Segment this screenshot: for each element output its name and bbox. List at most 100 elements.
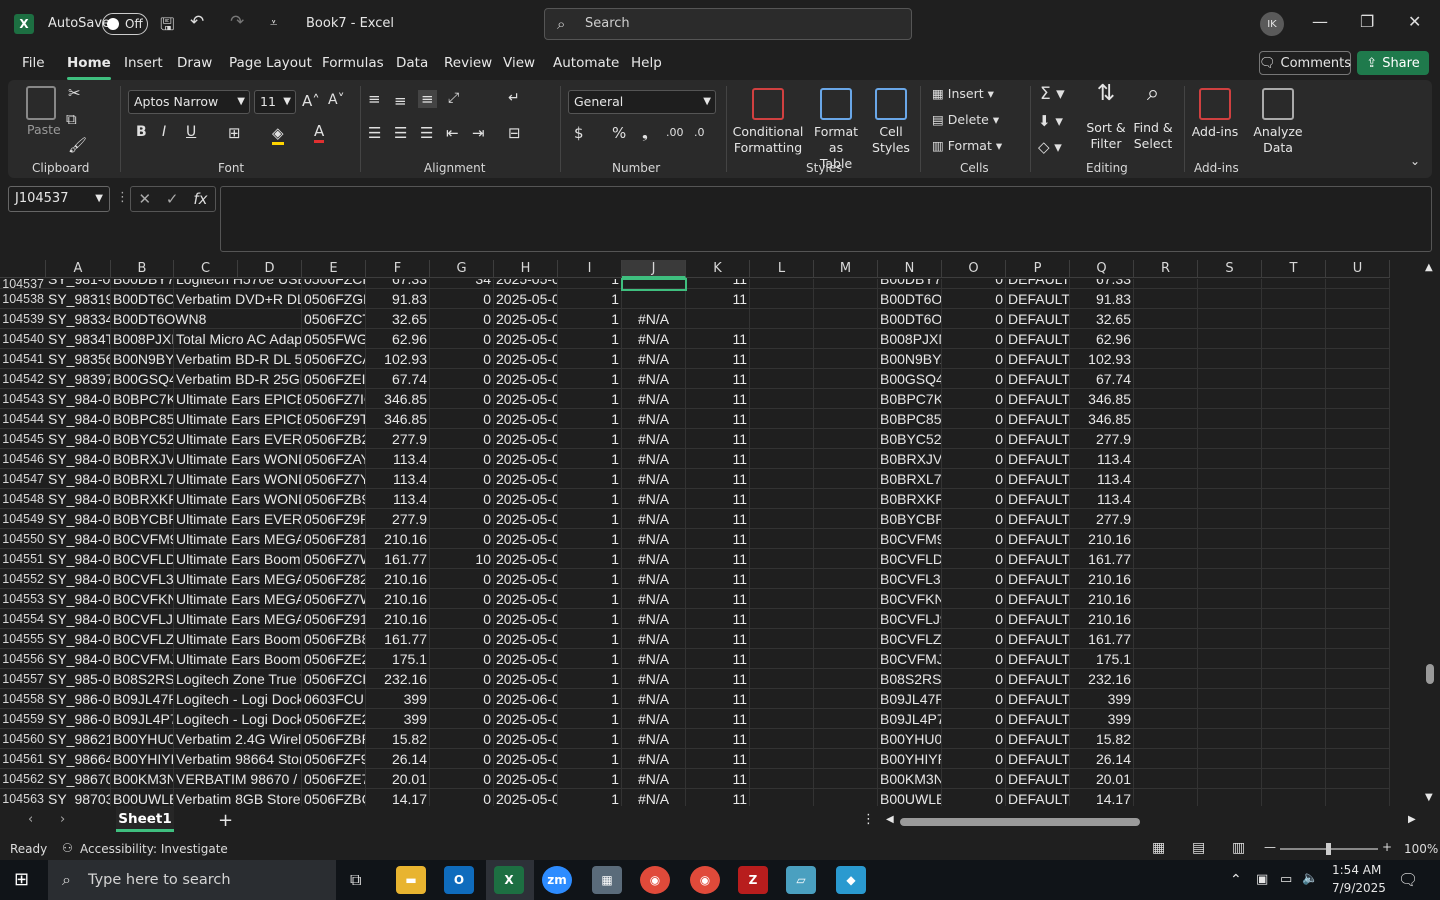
increase-decimal-icon[interactable]: .00 — [666, 126, 684, 139]
cell-u[interactable] — [1326, 649, 1390, 669]
cell-n[interactable]: B00DT6OV — [878, 289, 942, 309]
cell-o[interactable]: 0 — [942, 509, 1006, 529]
cell-q[interactable]: 67.33 — [1070, 279, 1134, 289]
comma-style-icon[interactable]: ❟ — [642, 124, 648, 142]
cell-b[interactable]: B00KM3NY — [111, 769, 174, 789]
cell-k[interactable]: 11 — [686, 649, 750, 669]
cell-s[interactable] — [1198, 489, 1262, 509]
next-sheet-icon[interactable]: › — [60, 812, 65, 827]
cell-a[interactable]: SY_984-00 — [46, 429, 111, 449]
customize-toolbar-icon[interactable]: ⩡ — [270, 16, 277, 31]
cell-b[interactable]: B0CVFLDX — [111, 549, 174, 569]
zoom-app-icon[interactable]: zm — [542, 866, 572, 894]
cell-u[interactable] — [1326, 749, 1390, 769]
page-break-view-icon[interactable]: ▥ — [1232, 840, 1245, 856]
cell-o[interactable]: 0 — [942, 549, 1006, 569]
cell-o[interactable]: 0 — [942, 629, 1006, 649]
cell-q[interactable]: 32.65 — [1070, 309, 1134, 329]
volume-icon[interactable]: 🔈 — [1302, 871, 1318, 886]
cell-n[interactable]: B00YHU0K — [878, 729, 942, 749]
cell-g[interactable]: 0 — [430, 649, 494, 669]
cell-a[interactable]: SY_984-00 — [46, 489, 111, 509]
currency-icon[interactable]: $ — [574, 124, 584, 142]
cell-t[interactable] — [1262, 709, 1326, 729]
cell-g[interactable]: 0 — [430, 689, 494, 709]
cell-j[interactable]: #N/A — [622, 549, 686, 569]
cell-t[interactable] — [1262, 509, 1326, 529]
cell-m[interactable] — [814, 449, 878, 469]
cell-s[interactable] — [1198, 309, 1262, 329]
format-as-table-button[interactable]: Format as Table — [806, 88, 866, 172]
cell-h[interactable]: 2025-05-06 — [494, 749, 558, 769]
cell-d[interactable] — [238, 789, 302, 806]
cell-h[interactable]: 2025-05-06 — [494, 389, 558, 409]
cell-k[interactable]: 11 — [686, 489, 750, 509]
calculator-icon[interactable]: ▦ — [592, 866, 622, 894]
cell-p[interactable]: DEFAULT — [1006, 369, 1070, 389]
cell-q[interactable]: 161.77 — [1070, 549, 1134, 569]
column-header-i[interactable]: I — [558, 260, 622, 278]
underline-icon[interactable]: U — [186, 124, 196, 140]
cell-o[interactable]: 0 — [942, 789, 1006, 806]
row-header[interactable]: 104556 — [0, 649, 46, 669]
row-header[interactable]: 104553 — [0, 589, 46, 609]
column-header-c[interactable]: C — [174, 260, 238, 278]
cell-e[interactable]: 0506FZ7W — [302, 549, 366, 569]
cell-p[interactable]: DEFAULT — [1006, 509, 1070, 529]
cell-g[interactable]: 0 — [430, 569, 494, 589]
decrease-font-icon[interactable]: A˅ — [328, 92, 345, 108]
cell-a[interactable]: SY_984-00 — [46, 589, 111, 609]
cell-p[interactable]: DEFAULT — [1006, 749, 1070, 769]
cell-m[interactable] — [814, 569, 878, 589]
cell-u[interactable] — [1326, 689, 1390, 709]
cell-n[interactable]: B008PJXM — [878, 329, 942, 349]
cell-e[interactable]: 0506FZCHI — [302, 669, 366, 689]
cell-k[interactable]: 11 — [686, 789, 750, 806]
cell-b[interactable]: B0BRXKFD — [111, 489, 174, 509]
row-header[interactable]: 104554 — [0, 609, 46, 629]
cell-r[interactable] — [1134, 289, 1198, 309]
cell-k[interactable]: 11 — [686, 279, 750, 289]
cell-h[interactable]: 2025-05-05 — [494, 329, 558, 349]
cell-m[interactable] — [814, 409, 878, 429]
row-header[interactable]: 104560 — [0, 729, 46, 749]
cell-q[interactable]: 175.1 — [1070, 649, 1134, 669]
name-box[interactable]: J104537 ▼ — [8, 186, 110, 212]
cell-h[interactable]: 2025-05-06 — [494, 369, 558, 389]
cell-s[interactable] — [1198, 789, 1262, 806]
addins-button[interactable]: Add-ins — [1190, 88, 1240, 140]
cell-n[interactable]: B0BRXJVG — [878, 449, 942, 469]
row-header[interactable]: 104546 — [0, 449, 46, 469]
cell-n[interactable]: B0BYC52L — [878, 429, 942, 449]
row-header[interactable]: 104543 — [0, 389, 46, 409]
cell-j[interactable]: #N/A — [622, 409, 686, 429]
cell-o[interactable]: 0 — [942, 529, 1006, 549]
cell-t[interactable] — [1262, 279, 1326, 289]
italic-icon[interactable]: I — [162, 124, 166, 140]
cell-d[interactable] — [238, 669, 302, 689]
cell-q[interactable]: 113.4 — [1070, 449, 1134, 469]
menu-help[interactable]: Help — [631, 55, 662, 71]
share-button[interactable]: ⇪ Share — [1357, 51, 1429, 75]
cell-p[interactable]: DEFAULT — [1006, 609, 1070, 629]
cell-n[interactable]: B0CVFKNY — [878, 589, 942, 609]
cell-b[interactable]: B008PJXM — [111, 329, 174, 349]
cell-k[interactable]: 11 — [686, 449, 750, 469]
increase-indent-icon[interactable]: ⇥ — [472, 124, 485, 142]
cell-f[interactable]: 175.1 — [366, 649, 430, 669]
cell-p[interactable]: DEFAULT — [1006, 649, 1070, 669]
cell-q[interactable]: 113.4 — [1070, 469, 1134, 489]
cell-m[interactable] — [814, 529, 878, 549]
cell-p[interactable]: DEFAULT — [1006, 589, 1070, 609]
cell-d[interactable] — [238, 409, 302, 429]
network-icon[interactable]: ▭ — [1280, 872, 1292, 887]
cell-t[interactable] — [1262, 309, 1326, 329]
minimize-icon[interactable]: — — [1312, 12, 1328, 31]
cell-p[interactable]: DEFAULT — [1006, 309, 1070, 329]
increase-font-icon[interactable]: A˄ — [302, 92, 320, 110]
cell-s[interactable] — [1198, 769, 1262, 789]
cell-s[interactable] — [1198, 629, 1262, 649]
cell-l[interactable] — [750, 749, 814, 769]
column-header-k[interactable]: K — [686, 260, 750, 278]
cell-m[interactable] — [814, 309, 878, 329]
